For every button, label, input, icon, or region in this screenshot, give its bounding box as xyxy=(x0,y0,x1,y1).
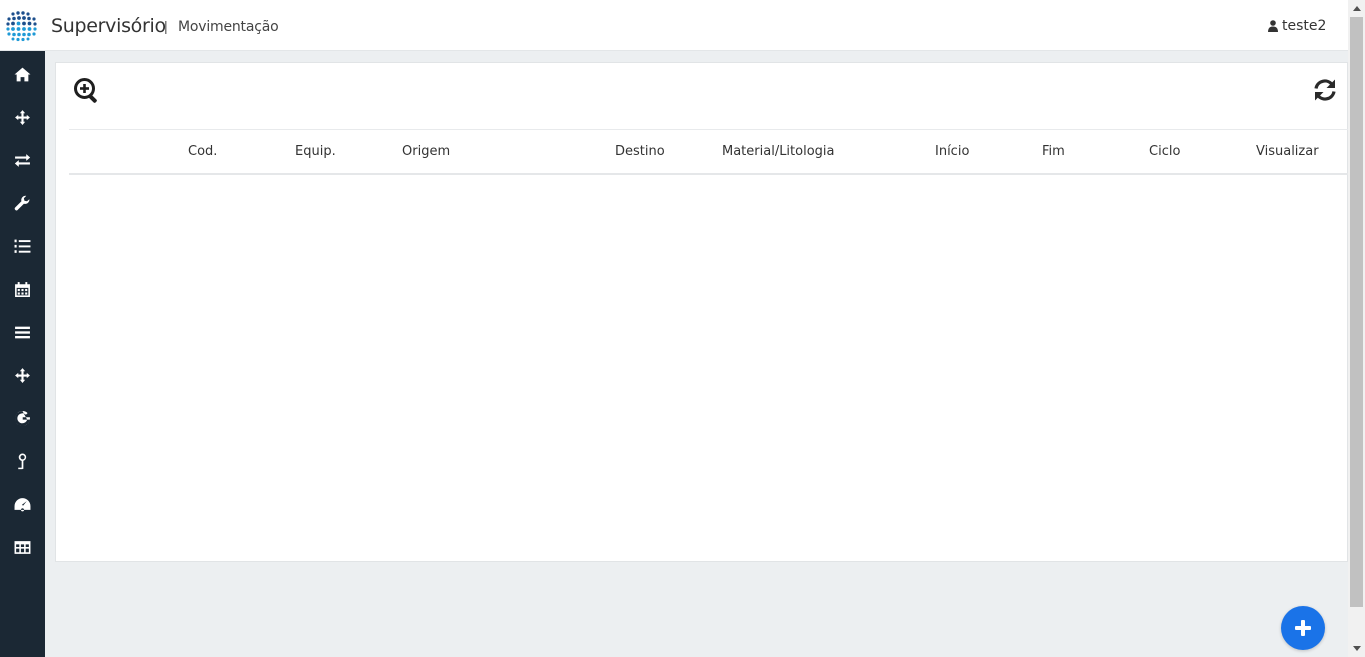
sidebar-item-dashboard[interactable] xyxy=(0,483,45,526)
sidebar xyxy=(0,51,45,657)
column-header-visualizar[interactable]: Visualizar xyxy=(1256,144,1319,159)
sidebar-item-local[interactable] xyxy=(0,440,45,483)
scroll-down-arrow[interactable] xyxy=(1348,640,1365,657)
sidebar-item-movimentacao[interactable] xyxy=(0,139,45,182)
zoom-in-icon[interactable] xyxy=(73,77,101,105)
dashboard-icon xyxy=(14,498,31,512)
sidebar-item-calendario[interactable] xyxy=(0,268,45,311)
column-header-inicio[interactable]: Início xyxy=(935,144,969,159)
add-button[interactable] xyxy=(1281,606,1325,650)
page-title: Movimentação xyxy=(178,19,279,35)
caret-down-icon xyxy=(1352,646,1361,651)
column-header-material[interactable]: Material/Litologia xyxy=(722,144,835,159)
column-header-fim[interactable]: Fim xyxy=(1042,144,1065,159)
user-name: teste2 xyxy=(1282,18,1327,34)
scrollbar[interactable] xyxy=(1348,0,1365,657)
scroll-thumb[interactable] xyxy=(1350,17,1363,607)
google-icon xyxy=(15,411,30,426)
column-header-origem[interactable]: Origem xyxy=(402,144,450,159)
caret-up-icon xyxy=(1352,6,1361,11)
app-title[interactable]: Supervisório xyxy=(51,15,166,37)
sidebar-item-crosshair[interactable] xyxy=(0,96,45,139)
column-header-cod[interactable]: Cod. xyxy=(188,144,217,159)
column-header-destino[interactable]: Destino xyxy=(615,144,665,159)
sidebar-item-home[interactable] xyxy=(0,53,45,96)
plus-icon xyxy=(1295,620,1311,636)
column-header-ciclo[interactable]: Ciclo xyxy=(1149,144,1180,159)
list-ol-icon xyxy=(14,239,31,253)
bars-icon xyxy=(15,326,30,339)
crosshair-icon xyxy=(15,110,30,125)
wrench-icon xyxy=(14,195,30,211)
crosshair-icon xyxy=(15,368,30,383)
sidebar-item-crosshair-2[interactable] xyxy=(0,354,45,397)
table-header: Cod. Equip. Origem Destino Material/Lito… xyxy=(69,129,1349,175)
calendar-icon xyxy=(15,282,30,297)
exchange-icon xyxy=(14,154,31,167)
user-menu[interactable]: teste2 xyxy=(1268,18,1326,34)
top-bar: Supervisório | Movimentação teste2 xyxy=(0,0,1348,51)
home-icon xyxy=(14,67,31,82)
user-icon xyxy=(1268,20,1278,32)
sidebar-item-lista[interactable] xyxy=(0,225,45,268)
movement-panel: Cod. Equip. Origem Destino Material/Lito… xyxy=(55,62,1349,562)
sidebar-item-menu[interactable] xyxy=(0,311,45,354)
scroll-up-arrow[interactable] xyxy=(1348,0,1365,17)
logo xyxy=(6,11,37,42)
title-separator: | xyxy=(164,18,168,34)
map-pin-icon xyxy=(18,453,27,470)
table-icon xyxy=(14,541,31,554)
refresh-icon[interactable] xyxy=(1311,76,1339,104)
sidebar-item-manutencao[interactable] xyxy=(0,182,45,225)
sidebar-item-tabela[interactable] xyxy=(0,526,45,569)
column-header-equip[interactable]: Equip. xyxy=(295,144,336,159)
sidebar-item-google[interactable] xyxy=(0,397,45,440)
